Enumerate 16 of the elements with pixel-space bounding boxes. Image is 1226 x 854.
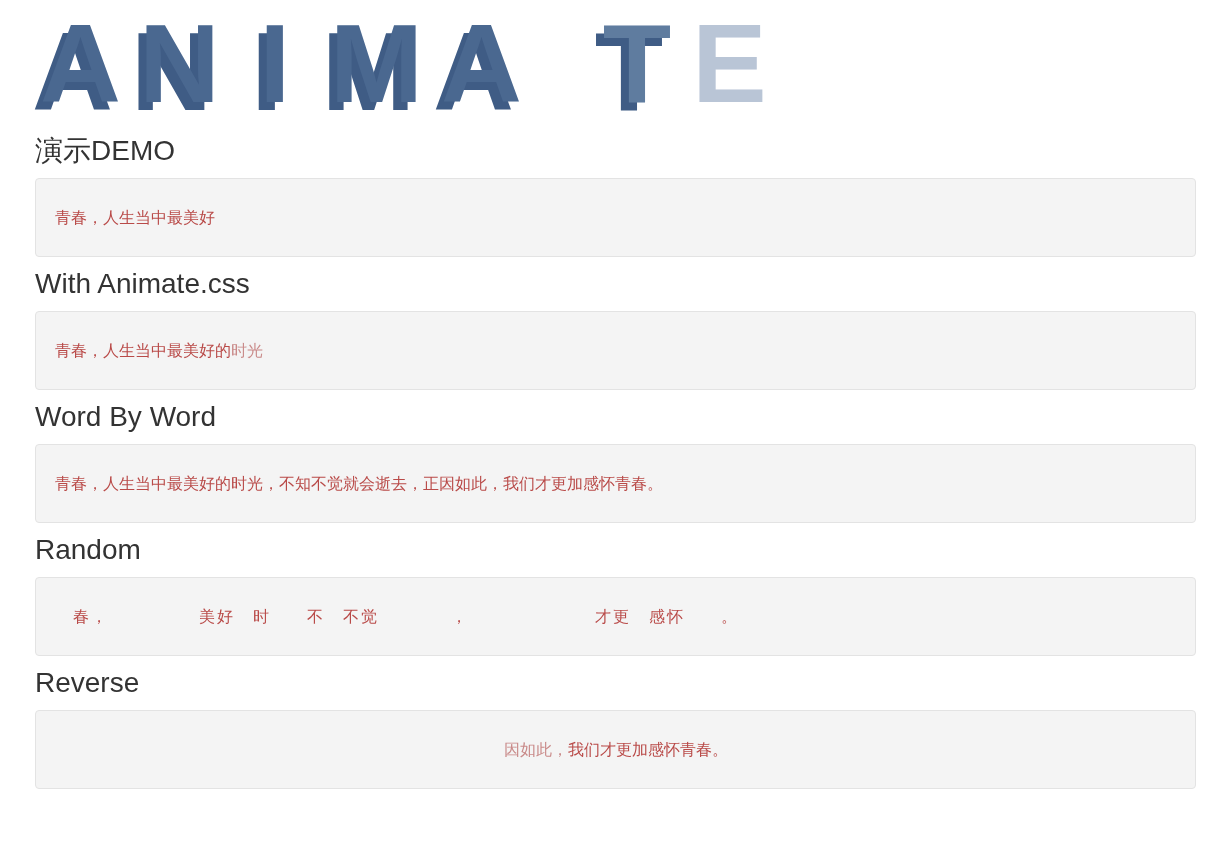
animated-text: 因如此，我们才更加感怀青春。 [503,739,728,760]
animated-text: 青春，人生当中最美好 [55,207,215,228]
section-heading: Reverse [35,666,141,700]
logo-letter: A [39,14,122,124]
section-heading: Random [35,533,142,567]
logo-letter: I [258,14,292,124]
section-heading: 演示DEMO [35,134,176,168]
logo-letter: A [440,14,523,124]
animated-text: 春， 美好 时 不 不觉 ， 才更 感怀 。 [72,606,738,627]
animated-text: 青春，人生当中最美好的时光 [55,340,263,361]
logo-letter: N [137,14,221,124]
section-heading: Word By Word [35,400,217,434]
section-heading: With Animate.css [35,267,251,301]
animated-text: 青春，人生当中最美好的时光，不知不觉就会逝去，正因如此，我们才更加感怀青春。 [55,473,663,494]
logo-letter: E [690,14,768,124]
logo-letter: M [328,14,425,124]
